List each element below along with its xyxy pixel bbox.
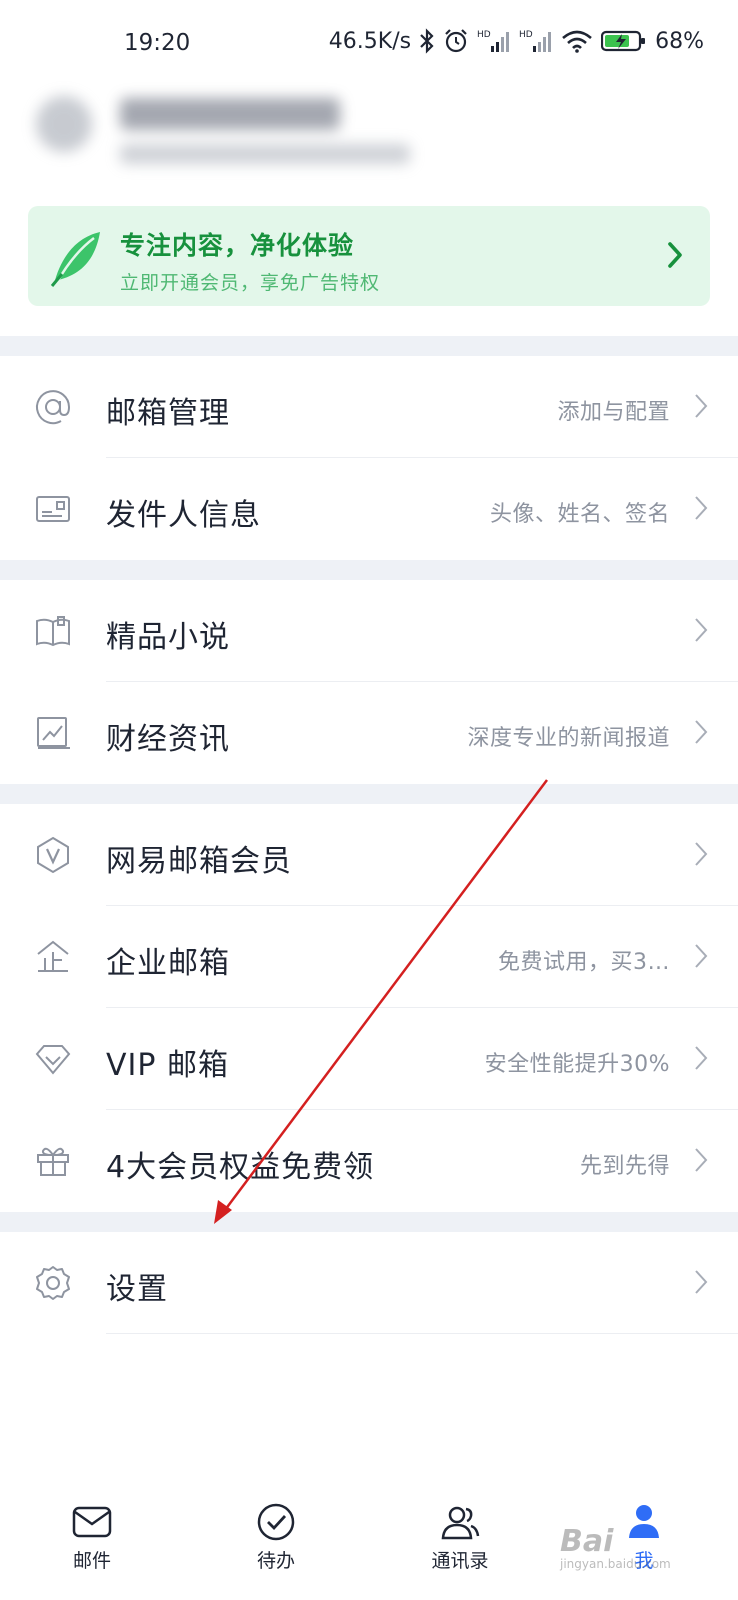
avatar[interactable] xyxy=(36,96,92,152)
menu-item-hint: 添加与配置 xyxy=(557,400,670,425)
chevron-right-icon xyxy=(694,942,708,974)
battery-icon xyxy=(601,29,647,53)
tab-label: 通讯录 xyxy=(431,1550,489,1572)
gift-icon xyxy=(34,1142,72,1180)
bluetooth-icon xyxy=(419,28,435,54)
book-icon xyxy=(34,612,72,650)
section-divider xyxy=(0,336,738,356)
menu-item-settings[interactable]: 设置 xyxy=(0,1232,738,1334)
enterprise-icon xyxy=(34,938,72,976)
chevron-right-icon xyxy=(694,840,708,872)
menu-item-mailbox-manage[interactable]: 邮箱管理 添加与配置 xyxy=(0,356,738,458)
tab-label: 邮件 xyxy=(72,1550,111,1572)
menu-item-hint: 头像、姓名、签名 xyxy=(489,502,670,527)
wifi-icon xyxy=(561,29,593,53)
menu-item-finance[interactable]: 财经资讯 深度专业的新闻报道 xyxy=(0,682,738,784)
menu-item-label: 设置 xyxy=(106,1272,168,1307)
chevron-right-icon xyxy=(694,494,708,526)
divider xyxy=(106,1333,738,1334)
chevron-right-icon xyxy=(694,1044,708,1076)
profile-header[interactable] xyxy=(36,92,456,182)
member-promo-banner[interactable]: 专注内容，净化体验 立即开通会员，享免广告特权 xyxy=(28,206,710,306)
menu-item-enterprise[interactable]: 企业邮箱 免费试用，买3… xyxy=(0,906,738,1008)
chevron-right-icon xyxy=(694,718,708,750)
menu-item-vip-mail[interactable]: VIP 邮箱 安全性能提升30% xyxy=(0,1008,738,1110)
menu-item-label: VIP 邮箱 xyxy=(106,1048,229,1083)
chevron-right-icon xyxy=(694,616,708,648)
menu-item-hint: 免费试用，买3… xyxy=(498,950,670,975)
signal-icon: HD xyxy=(477,28,511,54)
svg-text:HD: HD xyxy=(477,30,491,40)
menu-item-label: 财经资讯 xyxy=(106,722,230,757)
tab-label: 待办 xyxy=(256,1550,295,1572)
menu-item-label: 网易邮箱会员 xyxy=(106,844,292,879)
check-circle-icon xyxy=(216,1502,336,1542)
diamond-icon xyxy=(34,1040,72,1078)
menu-item-hint: 安全性能提升30% xyxy=(484,1052,670,1077)
promo-title: 专注内容，净化体验 xyxy=(120,231,355,260)
chevron-right-icon xyxy=(694,1268,708,1300)
menu-item-label: 4大会员权益免费领 xyxy=(106,1150,375,1185)
status-right: 46.5K/s HD HD 68% xyxy=(329,28,704,54)
tab-todo[interactable]: 待办 xyxy=(216,1502,336,1592)
contacts-icon xyxy=(400,1502,520,1542)
tab-contacts[interactable]: 通讯录 xyxy=(400,1502,520,1592)
alarm-icon xyxy=(443,28,469,54)
chevron-right-icon xyxy=(694,1146,708,1178)
menu-item-novels[interactable]: 精品小说 xyxy=(0,580,738,682)
menu-item-hint: 先到先得 xyxy=(579,1154,670,1179)
section-divider xyxy=(0,1212,738,1232)
promo-subtitle: 立即开通会员，享免广告特权 xyxy=(120,272,381,294)
profile-name xyxy=(120,98,340,130)
menu-item-benefits[interactable]: 4大会员权益免费领 先到先得 xyxy=(0,1110,738,1212)
section-divider xyxy=(0,784,738,804)
network-speed: 46.5K/s xyxy=(328,28,412,54)
svg-text:HD: HD xyxy=(519,30,533,40)
battery-percent: 68% xyxy=(655,28,704,54)
baidu-watermark: Bai jingyan.baidu.com xyxy=(560,1524,671,1571)
chart-icon xyxy=(34,714,72,752)
menu-item-label: 邮箱管理 xyxy=(106,396,230,431)
tab-mail[interactable]: 邮件 xyxy=(32,1502,152,1592)
signal-icon: HD xyxy=(519,28,553,54)
menu-item-label: 精品小说 xyxy=(106,620,230,655)
gear-icon xyxy=(34,1264,72,1302)
vip-badge-icon xyxy=(34,836,72,874)
profile-email xyxy=(120,144,410,164)
menu-item-label: 发件人信息 xyxy=(106,498,261,533)
menu-item-hint: 深度专业的新闻报道 xyxy=(467,726,670,751)
status-time: 19:20 xyxy=(124,30,191,56)
menu-item-member[interactable]: 网易邮箱会员 xyxy=(0,804,738,906)
menu-item-label: 企业邮箱 xyxy=(106,946,230,981)
mail-icon xyxy=(32,1502,152,1542)
chevron-right-icon xyxy=(666,240,684,274)
at-sign-icon xyxy=(34,388,72,426)
id-card-icon xyxy=(34,490,72,528)
menu-item-sender-info[interactable]: 发件人信息 头像、姓名、签名 xyxy=(0,458,738,560)
chevron-right-icon xyxy=(694,392,708,424)
leaf-icon xyxy=(48,230,102,292)
section-divider xyxy=(0,560,738,580)
status-bar: 19:20 46.5K/s HD HD 68% xyxy=(0,0,738,90)
